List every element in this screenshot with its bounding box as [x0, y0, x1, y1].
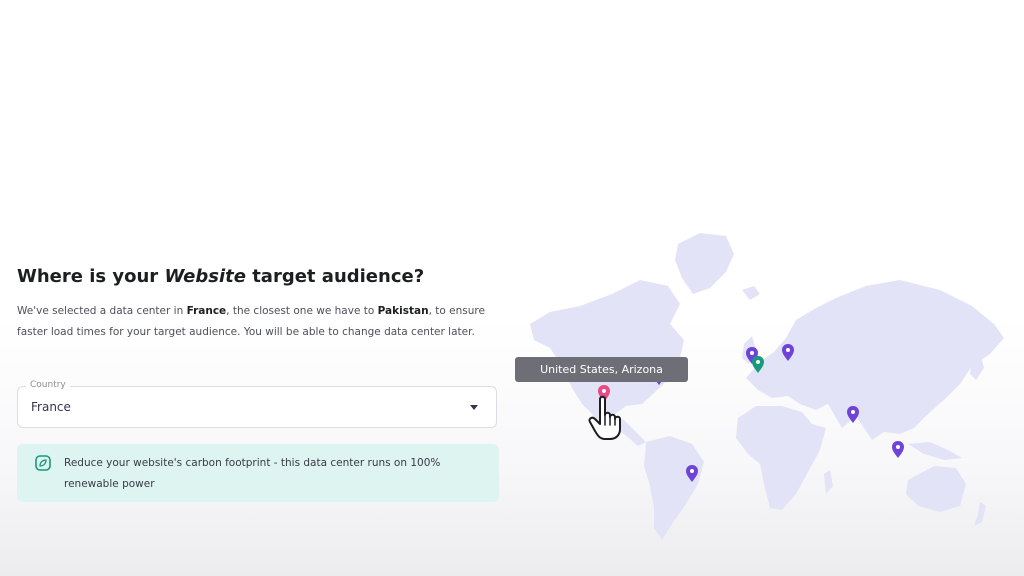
country-label: Country [26, 380, 70, 390]
leaf-icon [35, 455, 51, 471]
page-title: Where is your Website target audience? [17, 266, 424, 287]
madagascar [824, 470, 833, 494]
australia [906, 466, 966, 512]
south-america [644, 436, 704, 540]
description: We've selected a data center in France, … [17, 301, 495, 343]
description-origin: Pakistan [377, 305, 429, 317]
country-value: France [31, 400, 71, 414]
description-part2: , the closest one we have to [226, 305, 378, 317]
world-map[interactable] [520, 228, 1010, 548]
indonesia [908, 442, 962, 460]
new-zealand [974, 502, 986, 526]
carbon-notice: Reduce your website's carbon footprint -… [17, 444, 499, 502]
greenland [675, 233, 734, 294]
country-select[interactable]: Country France [17, 380, 497, 428]
hand-cursor-icon [588, 395, 621, 440]
description-part1: We've selected a data center in [17, 305, 187, 317]
pin-southeast-asia [892, 441, 904, 458]
map-tooltip: United States, Arizona [515, 357, 688, 382]
iceland [742, 286, 760, 300]
description-country: France [186, 305, 227, 317]
title-prefix: Where is your [17, 266, 165, 287]
africa [736, 406, 826, 510]
notice-text: Reduce your website's carbon footprint -… [64, 457, 441, 490]
chevron-down-icon[interactable] [470, 405, 478, 410]
title-suffix: target audience? [245, 266, 425, 287]
title-emphasis: Website [164, 266, 246, 287]
